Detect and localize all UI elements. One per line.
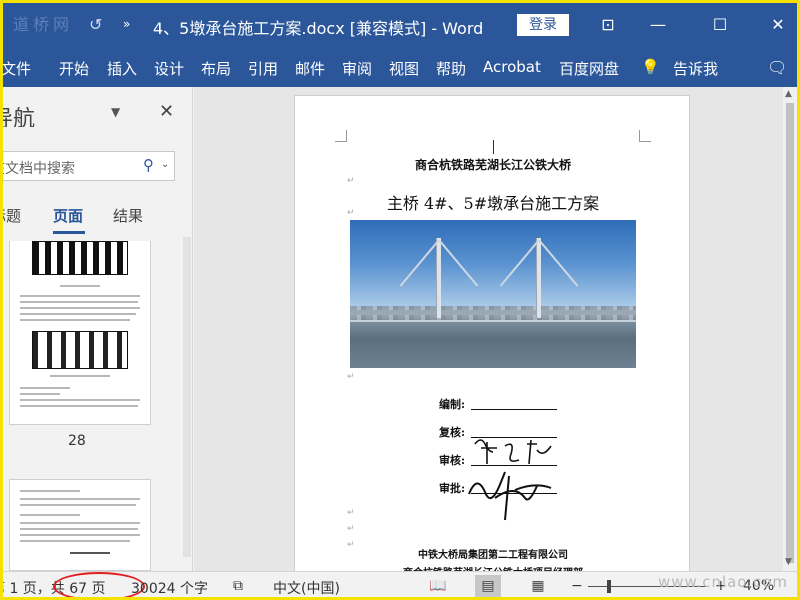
- field-reviewer-label: 审核:: [439, 454, 466, 467]
- thumb-line: [20, 387, 70, 389]
- paragraph-mark: ↵: [347, 524, 355, 534]
- title-bar: 道桥网 ↺ » 4、5墩承台施工方案.docx [兼容模式] - Word 登录…: [3, 3, 797, 47]
- thumb-line: [70, 552, 110, 554]
- web-layout-icon[interactable]: ▦: [525, 575, 551, 597]
- thumb-page-number: 28: [68, 433, 86, 449]
- tab-references[interactable]: 引用: [248, 58, 278, 79]
- scroll-up-icon[interactable]: ▲: [785, 89, 792, 99]
- text-cursor: [493, 140, 494, 154]
- thumb-line: [20, 528, 138, 530]
- thumb-line: [20, 514, 80, 516]
- tab-layout[interactable]: 布局: [201, 58, 231, 79]
- tab-help[interactable]: 帮助: [436, 58, 466, 79]
- document-canvas: ↵ ↵ 商合杭铁路芜湖长江公铁大桥 主桥 4#、5#墩承台施工方案 ↵ 编制: …: [194, 87, 787, 579]
- bridge-lower-deck: [350, 320, 636, 322]
- bridge-tower: [436, 238, 441, 318]
- organization-line-1: 中铁大桥局集团第二工程有限公司: [418, 550, 568, 561]
- thumb-line: [60, 285, 100, 287]
- approver-signature: [468, 471, 552, 521]
- thumb-line: [20, 534, 140, 536]
- nav-tab-headings[interactable]: 标题: [3, 205, 21, 226]
- maximize-button[interactable]: ☐: [705, 11, 735, 39]
- field-approver-label: 审批:: [439, 482, 466, 495]
- paragraph-mark: ↵: [347, 176, 355, 186]
- thumb-line: [20, 313, 136, 315]
- nav-tab-pages[interactable]: 页面: [53, 205, 83, 226]
- thumb-line: [20, 498, 140, 500]
- lightbulb-icon[interactable]: 💡: [641, 58, 660, 76]
- thumb-line: [20, 301, 138, 303]
- navigation-pane: 导航 ▼ ✕ 在文档中搜索 ⚲ ⌄ 标题 页面 结果: [3, 87, 193, 571]
- scrollbar-thumb[interactable]: [786, 103, 794, 563]
- page-thumbnail-28[interactable]: [9, 241, 151, 425]
- thumb-line: [20, 399, 140, 401]
- bridge-photo: [350, 220, 636, 368]
- document-subtitle: 商合杭铁路芜湖长江公铁大桥: [414, 158, 571, 172]
- nav-scrollbar[interactable]: [183, 237, 191, 557]
- bridge-deck: [350, 310, 636, 315]
- thumb-line: [20, 540, 130, 542]
- word-count-status[interactable]: 30024 个字: [131, 578, 208, 597]
- tab-baidu-netdisk[interactable]: 百度网盘: [559, 58, 619, 79]
- document-scrollbar[interactable]: ▲ ▼: [783, 87, 797, 571]
- field-checker-label: 复核:: [439, 426, 466, 439]
- minimize-button[interactable]: —: [643, 11, 673, 39]
- print-layout-icon[interactable]: ▤: [475, 575, 501, 597]
- tell-me-box[interactable]: 告诉我: [673, 58, 718, 79]
- cable: [399, 239, 440, 287]
- cable: [538, 239, 579, 287]
- thumb-line: [50, 375, 110, 377]
- cable: [438, 239, 479, 287]
- scroll-down-icon[interactable]: ▼: [785, 557, 792, 567]
- signature-line[interactable]: [471, 409, 557, 410]
- page-thumbnail-29[interactable]: [9, 479, 151, 571]
- language-status[interactable]: 中文(中国): [273, 578, 340, 597]
- tab-mailings[interactable]: 邮件: [295, 58, 325, 79]
- tab-view[interactable]: 视图: [389, 58, 419, 79]
- tab-home[interactable]: 开始: [59, 58, 89, 79]
- site-watermark: www.cnlao.com: [658, 573, 789, 591]
- zoom-out-icon[interactable]: −: [571, 578, 583, 594]
- proofing-icon[interactable]: ⧉: [233, 578, 243, 594]
- field-compiler-label: 编制:: [439, 398, 466, 411]
- thumb-line: [20, 405, 138, 407]
- watermark-logo: 道桥网: [13, 15, 74, 34]
- undo-icon[interactable]: ↺: [89, 15, 102, 34]
- thumb-line: [20, 522, 140, 524]
- zoom-slider-thumb[interactable]: [607, 580, 611, 593]
- tab-review[interactable]: 审阅: [342, 58, 372, 79]
- tab-file[interactable]: 文件: [3, 58, 31, 79]
- thumb-line: [20, 504, 136, 506]
- thumb-line: [20, 319, 130, 321]
- word-window: 道桥网 ↺ » 4、5墩承台施工方案.docx [兼容模式] - Word 登录…: [0, 0, 800, 600]
- thumb-line: [20, 295, 140, 297]
- tab-insert[interactable]: 插入: [107, 58, 137, 79]
- tab-acrobat[interactable]: Acrobat: [483, 58, 541, 76]
- tab-design[interactable]: 设计: [154, 58, 184, 79]
- thumb-line: [20, 307, 140, 309]
- bridge-tower: [536, 238, 541, 318]
- ribbon-display-icon[interactable]: ⊡: [593, 11, 623, 39]
- document-title: 主桥 4#、5#墩承台施工方案: [386, 194, 600, 213]
- thumb-figure-bottom: [32, 331, 128, 369]
- close-button[interactable]: ✕: [763, 11, 793, 39]
- crop-mark: [335, 130, 347, 142]
- window-title: 4、5墩承台施工方案.docx [兼容模式] - Word: [153, 19, 484, 38]
- paragraph-mark: ↵: [347, 372, 355, 382]
- login-button[interactable]: 登录: [517, 14, 569, 36]
- thumb-line: [20, 490, 80, 492]
- read-mode-icon[interactable]: 📖: [425, 575, 451, 597]
- chevron-more-icon[interactable]: »: [123, 17, 130, 31]
- ribbon-tabs: 文件 开始 插入 设计 布局 引用 邮件 审阅 视图 帮助 Acrobat 百度…: [3, 47, 797, 87]
- active-tab-indicator: [53, 231, 85, 234]
- cable: [499, 239, 540, 287]
- thumb-line: [20, 393, 60, 395]
- paragraph-mark: ↵: [347, 508, 355, 518]
- document-page[interactable]: ↵ ↵ 商合杭铁路芜湖长江公铁大桥 主桥 4#、5#墩承台施工方案 ↵ 编制: …: [294, 95, 690, 579]
- nav-tab-results[interactable]: 结果: [113, 205, 143, 226]
- crop-mark: [639, 130, 651, 142]
- thumb-figure-top: [32, 241, 128, 275]
- comment-icon[interactable]: 🗨: [767, 58, 787, 77]
